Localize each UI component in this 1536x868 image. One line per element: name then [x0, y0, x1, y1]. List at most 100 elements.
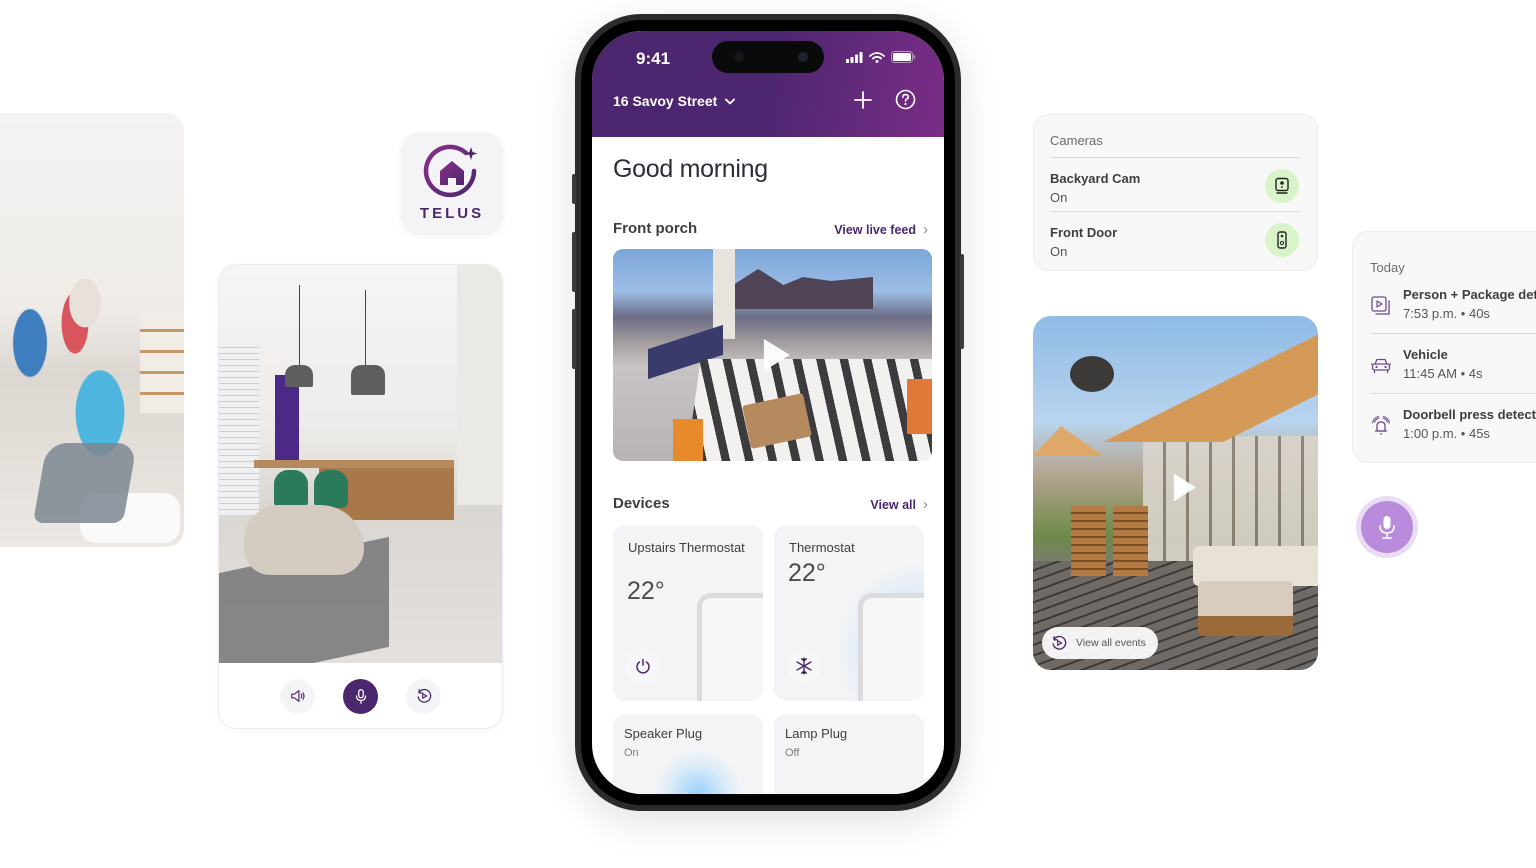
microphone-icon [355, 689, 366, 704]
feed-umbrella [1033, 426, 1103, 456]
chevron-right-icon: › [923, 496, 928, 513]
event-row[interactable]: Person + Package detected 7:53 p.m. • 40… [1370, 287, 1536, 347]
event-row[interactable]: Doorbell press detected 1:00 p.m. • 45s [1370, 407, 1536, 462]
camera-state: On [1050, 244, 1068, 259]
speaker-button[interactable] [280, 678, 315, 714]
photo-dog [244, 505, 364, 575]
feed-rug [685, 359, 932, 461]
event-title: Vehicle [1403, 347, 1448, 362]
replay-icon [417, 688, 431, 703]
photo-shelf [140, 313, 184, 413]
device-card-speaker-plug[interactable]: Speaker Plug On [613, 714, 763, 794]
help-button[interactable] [895, 89, 916, 110]
replay-button[interactable] [406, 678, 441, 714]
feed-lantern [1070, 356, 1114, 392]
feed-umbrella [1103, 322, 1318, 442]
address-label: 16 Savoy Street [613, 93, 718, 109]
events-title: Today [1370, 260, 1405, 275]
camera-controls [219, 663, 502, 728]
photo-radiator [275, 375, 299, 465]
photo-lamp [285, 365, 313, 387]
photo-chair [314, 470, 348, 508]
events-card: Today Person + Package detected 7:53 p.m… [1352, 231, 1536, 463]
living-room-feed[interactable] [219, 265, 502, 663]
car-icon [1370, 355, 1392, 377]
event-meta: 7:53 p.m. • 40s [1403, 306, 1490, 321]
chevron-down-icon [725, 98, 736, 104]
doorbell-ring-icon [1370, 415, 1392, 437]
status-time: 9:41 [636, 49, 671, 68]
app-header: 9:41 16 Savoy Street [592, 31, 944, 137]
status-icons [846, 51, 916, 63]
camera-name: Backyard Cam [1050, 171, 1141, 186]
divider [1370, 393, 1536, 394]
photo-window [219, 345, 259, 515]
device-state: Off [785, 747, 800, 759]
event-row[interactable]: Vehicle 11:45 AM • 4s [1370, 347, 1536, 407]
event-title: Doorbell press detected [1403, 407, 1536, 422]
divider [1050, 157, 1300, 158]
play-icon[interactable] [763, 339, 790, 371]
phone-power-button [960, 254, 964, 349]
camera-row-backyard[interactable]: Backyard Cam On [1050, 163, 1300, 215]
feed-houses [733, 269, 873, 309]
photo-lamp [351, 365, 385, 395]
living-room-camera-card[interactable] [218, 264, 503, 729]
phone-action-button [572, 174, 576, 204]
view-all-label: View all [870, 497, 916, 512]
cameras-card: Cameras Backyard Cam On Front Door On [1033, 114, 1318, 271]
voice-assistant-inner [1361, 501, 1413, 553]
wifi-icon [869, 51, 885, 63]
phone-mockup: 9:41 16 Savoy Street Good morning Front … [572, 14, 964, 811]
add-button[interactable] [853, 90, 873, 110]
devices-title: Devices [613, 495, 670, 512]
snowflake-icon [796, 657, 812, 675]
plug-on-glow [653, 749, 743, 794]
device-name: Lamp Plug [785, 726, 848, 741]
camera-status-badge [1265, 169, 1299, 203]
view-live-feed-link[interactable]: View live feed › [834, 221, 928, 238]
power-button[interactable] [625, 648, 661, 684]
header-actions [853, 89, 916, 110]
voice-assistant-button[interactable] [1356, 496, 1418, 558]
thermostat-visual [697, 593, 763, 701]
device-card-lamp-plug[interactable]: Lamp Plug Off [774, 714, 924, 794]
feed-planter [673, 419, 703, 461]
smart-home-logo-icon [423, 144, 478, 197]
telus-app-icon[interactable]: TELUS [401, 133, 503, 235]
device-name: Upstairs Thermostat [628, 540, 745, 555]
play-icon[interactable] [1173, 473, 1196, 502]
microphone-icon [1379, 516, 1395, 539]
photo-wall [457, 265, 502, 505]
camera-row-front-door[interactable]: Front Door On [1050, 217, 1300, 269]
device-card-upstairs-thermostat[interactable]: Upstairs Thermostat 22° [613, 525, 763, 701]
view-live-feed-label: View live feed [834, 222, 916, 237]
divider [1370, 333, 1536, 334]
device-temperature: 22° [627, 577, 665, 605]
cool-mode-button[interactable] [786, 648, 822, 684]
thermostat-visual [858, 593, 924, 701]
view-all-devices-link[interactable]: View all › [870, 496, 928, 513]
battery-icon [891, 51, 916, 63]
photo-child [32, 443, 138, 523]
plus-icon [854, 90, 872, 109]
microphone-button[interactable] [343, 678, 378, 714]
patio-camera-feed[interactable]: View all events [1033, 316, 1318, 670]
device-card-thermostat[interactable]: Thermostat 22° [774, 525, 924, 701]
cellular-signal-icon [846, 51, 863, 63]
camera-status-badge [1265, 223, 1299, 257]
feed-pillar [713, 249, 735, 339]
feed-planter [907, 379, 932, 434]
doorbell-camera-icon [1277, 231, 1287, 249]
camera-name: Front Door [1050, 225, 1118, 240]
video-clip-icon [1370, 295, 1392, 317]
view-all-events-label: View all events [1076, 637, 1146, 649]
speaker-icon [290, 690, 305, 702]
phone-screen: 9:41 16 Savoy Street Good morning Front … [592, 31, 944, 794]
address-selector[interactable]: 16 Savoy Street [613, 93, 736, 109]
photo-lamp-cord [299, 285, 300, 365]
event-title: Person + Package detected [1403, 287, 1536, 302]
front-porch-video[interactable] [613, 249, 932, 461]
view-all-events-button[interactable]: View all events [1042, 627, 1158, 659]
cameras-title: Cameras [1050, 133, 1103, 148]
